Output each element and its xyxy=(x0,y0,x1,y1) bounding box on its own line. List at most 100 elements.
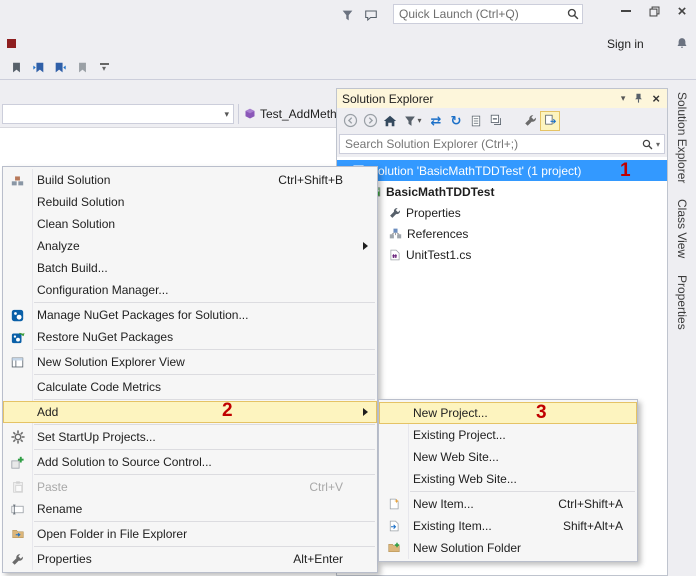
navbar-divider xyxy=(238,104,239,124)
add-submenu: New Project... Existing Project... New W… xyxy=(378,399,638,562)
submenu-item-existing-item[interactable]: Existing Item... Shift+Alt+A xyxy=(379,515,637,537)
submenu-item-new-item[interactable]: New Item... Ctrl+Shift+A xyxy=(379,493,637,515)
menu-item-paste[interactable]: Paste Ctrl+V xyxy=(3,476,377,498)
window-position-icon[interactable]: ▾ xyxy=(621,93,626,104)
menu-item-manage-nuget[interactable]: Manage NuGet Packages for Solution... xyxy=(3,304,377,326)
restore-button[interactable] xyxy=(640,0,668,22)
member-dropdown[interactable]: Test_AddMeth... xyxy=(244,104,347,124)
preview-selected-items-button[interactable] xyxy=(540,110,560,131)
bookmark-icon xyxy=(12,62,20,73)
minimize-button[interactable] xyxy=(612,0,640,22)
new-solution-folder-icon xyxy=(379,537,408,559)
feedback-icon[interactable] xyxy=(362,7,380,23)
next-bookmark-button[interactable] xyxy=(50,58,70,78)
quick-launch-input[interactable] xyxy=(394,7,567,21)
home-icon xyxy=(383,115,397,126)
menu-item-add-to-source-control[interactable]: Add Solution to Source Control... xyxy=(3,451,377,473)
flag-icon[interactable] xyxy=(338,7,356,23)
menu-item-analyze[interactable]: Analyze xyxy=(3,235,377,257)
menu-separator xyxy=(34,546,375,547)
minimize-icon xyxy=(621,10,631,12)
menu-item-configuration-manager[interactable]: Configuration Manager... xyxy=(3,279,377,301)
back-button[interactable] xyxy=(340,111,360,131)
tree-row-references[interactable]: References xyxy=(337,223,667,244)
toolbar-overflow-button[interactable]: ▾ xyxy=(98,63,110,73)
sign-in-link[interactable]: Sign in xyxy=(607,37,644,51)
search-options-chevron-icon[interactable]: ▾ xyxy=(656,140,660,149)
search-icon xyxy=(642,139,653,150)
collapse-all-button[interactable] xyxy=(486,111,506,131)
rename-icon xyxy=(3,498,32,520)
sync-button[interactable]: ⇄ xyxy=(426,111,446,131)
tab-properties[interactable]: Properties xyxy=(675,275,689,330)
navigation-dropdown[interactable]: ▾ xyxy=(2,104,234,124)
menu-item-clean-solution[interactable]: Clean Solution xyxy=(3,213,377,235)
tab-class-view[interactable]: Class View xyxy=(675,199,689,258)
close-icon: × xyxy=(677,2,687,20)
search-icon xyxy=(567,8,582,20)
tree-label: Properties xyxy=(406,205,461,220)
annotation-step-1: 1 xyxy=(620,160,631,181)
menu-item-open-folder[interactable]: Open Folder in File Explorer xyxy=(3,523,377,545)
tree-row-project[interactable]: ◢ BasicMathTDDTest xyxy=(337,181,667,202)
menu-item-batch-build[interactable]: Batch Build... xyxy=(3,257,377,279)
solution-explorer-toolbar: ▾ ⇄ ↻ xyxy=(337,108,667,133)
refresh-button[interactable]: ↻ xyxy=(446,111,466,131)
menu-item-set-startup-projects[interactable]: Set StartUp Projects... xyxy=(3,426,377,448)
references-icon xyxy=(389,227,402,240)
forward-button[interactable] xyxy=(360,111,380,131)
tree-label: References xyxy=(407,226,469,241)
properties-button[interactable] xyxy=(520,111,540,131)
solution-explorer-header: Solution Explorer ▾ × xyxy=(337,89,667,108)
menu-item-properties[interactable]: Properties Alt+Enter xyxy=(3,548,377,570)
search-input[interactable] xyxy=(340,137,642,151)
tab-solution-explorer[interactable]: Solution Explorer xyxy=(675,92,689,183)
nuget-restore-icon xyxy=(3,326,32,348)
notification-bell-icon[interactable] xyxy=(676,36,688,53)
build-icon xyxy=(3,169,32,191)
submenu-item-new-project[interactable]: New Project... xyxy=(379,402,637,424)
menu-item-rebuild-solution[interactable]: Rebuild Solution xyxy=(3,191,377,213)
tree-row-properties[interactable]: Properties xyxy=(337,202,667,223)
menu-separator xyxy=(34,424,375,425)
menu-separator xyxy=(410,491,635,492)
annotation-step-3: 3 xyxy=(536,402,547,423)
submenu-arrow-icon xyxy=(363,408,368,416)
submenu-item-existing-project[interactable]: Existing Project... xyxy=(379,424,637,446)
menu-row: Sign in xyxy=(0,30,696,56)
menu-item-rename[interactable]: Rename xyxy=(3,498,377,520)
filter-button[interactable]: ▾ xyxy=(400,111,426,131)
bookmark-button[interactable] xyxy=(6,58,26,78)
menu-item-add[interactable]: Add xyxy=(3,401,377,423)
red-toolbar-icon[interactable] xyxy=(7,39,16,48)
close-panel-icon[interactable]: × xyxy=(652,92,660,105)
wrench-icon xyxy=(524,115,536,126)
menu-separator xyxy=(34,521,375,522)
tree-row-solution[interactable]: ◢ Solution 'BasicMathTDDTest' (1 project… xyxy=(337,160,667,181)
csharp-file-icon xyxy=(389,248,401,262)
back-icon xyxy=(343,113,357,128)
menu-item-new-solution-explorer-view[interactable]: New Solution Explorer View xyxy=(3,351,377,373)
preview-item-icon xyxy=(544,114,556,125)
restore-icon xyxy=(649,6,659,16)
title-bar: × xyxy=(0,0,696,30)
home-button[interactable] xyxy=(380,111,400,131)
menu-separator xyxy=(34,474,375,475)
visual-studio-window: × Sign in ▾ ▾ Test_AddM xyxy=(0,0,696,576)
tree-row-unittest[interactable]: UnitTest1.cs xyxy=(337,244,667,265)
paste-icon xyxy=(3,476,32,498)
solution-context-menu: Build Solution Ctrl+Shift+B Rebuild Solu… xyxy=(2,166,378,573)
menu-item-build-solution[interactable]: Build Solution Ctrl+Shift+B xyxy=(3,169,377,191)
submenu-arrow-icon xyxy=(363,242,368,250)
bookmark-folder-button[interactable] xyxy=(72,58,92,78)
submenu-item-existing-web-site[interactable]: Existing Web Site... xyxy=(379,468,637,490)
previous-bookmark-button[interactable] xyxy=(28,58,48,78)
submenu-item-new-web-site[interactable]: New Web Site... xyxy=(379,446,637,468)
pin-icon[interactable] xyxy=(633,92,644,105)
menu-item-calculate-code-metrics[interactable]: Calculate Code Metrics xyxy=(3,376,377,398)
close-button[interactable]: × xyxy=(668,0,696,22)
gear-icon xyxy=(3,426,32,448)
submenu-item-new-solution-folder[interactable]: New Solution Folder xyxy=(379,537,637,559)
menu-item-restore-nuget[interactable]: Restore NuGet Packages xyxy=(3,326,377,348)
show-all-files-button[interactable] xyxy=(466,111,486,131)
